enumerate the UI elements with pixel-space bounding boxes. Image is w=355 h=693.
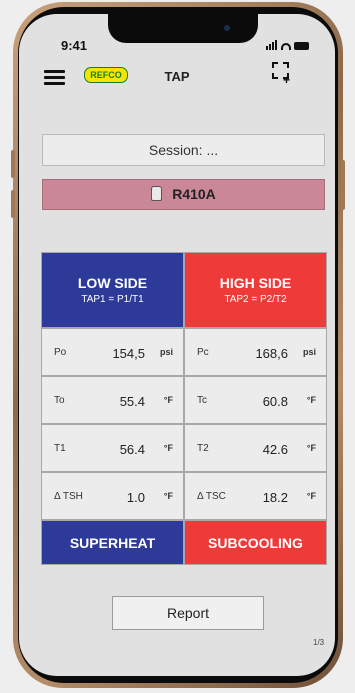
- measurement-unit: °F: [163, 443, 173, 453]
- measurement-cell: T1 56.4 °F: [41, 424, 184, 472]
- measurement-unit: °F: [306, 395, 316, 405]
- measurement-unit: psi: [302, 347, 316, 357]
- measurement-value: 1.0: [126, 490, 145, 505]
- app-screen: 9:41 REFCO TAP + Session: ... R410A LOW …: [19, 14, 335, 676]
- plus-icon: +: [283, 73, 291, 87]
- measurement-cell: Δ TSC 18.2 °F: [184, 472, 327, 520]
- refrigerant-name: R410A: [172, 186, 216, 202]
- battery-icon: [294, 42, 309, 50]
- measurement-unit: °F: [306, 491, 316, 501]
- measurement-value: 154,5: [112, 346, 145, 361]
- low-side-header: LOW SIDE TAP1 = P1/T1: [41, 252, 184, 328]
- report-button[interactable]: Report: [112, 596, 264, 630]
- measurement-value: 55.4: [119, 394, 145, 409]
- status-time: 9:41: [61, 38, 88, 53]
- wifi-icon: [281, 42, 291, 50]
- measurement-cell: Δ TSH 1.0 °F: [41, 472, 184, 520]
- refrigerant-selector[interactable]: R410A: [42, 179, 325, 210]
- measurement-symbol: Δ TSC: [197, 491, 226, 502]
- measurement-value: 18.2: [262, 490, 288, 505]
- volume-button: [11, 190, 15, 218]
- page-indicator: 1/3: [313, 638, 325, 647]
- measurement-symbol: Tc: [197, 395, 207, 406]
- measurement-unit: °F: [306, 443, 316, 453]
- measurement-cell: To 55.4 °F: [41, 376, 184, 424]
- measurement-unit: °F: [163, 491, 173, 501]
- measurement-symbol: Pc: [197, 347, 209, 358]
- measurement-value: 60.8: [262, 394, 288, 409]
- measurement-cell: T2 42.6 °F: [184, 424, 327, 472]
- session-field[interactable]: Session: ...: [42, 134, 325, 166]
- measurement-symbol: T1: [54, 443, 66, 454]
- notch: [108, 14, 258, 43]
- measurement-symbol: Δ TSH: [54, 491, 83, 502]
- low-side-title: LOW SIDE: [77, 275, 148, 291]
- measurement-value: 56.4: [119, 442, 145, 457]
- high-side-header: HIGH SIDE TAP2 = P2/T2: [184, 252, 327, 328]
- camera-icon: [224, 25, 230, 31]
- superheat-button[interactable]: SUPERHEAT: [41, 520, 184, 565]
- cylinder-icon: [151, 186, 163, 201]
- volume-button: [11, 150, 15, 178]
- measurement-unit: °F: [163, 395, 173, 405]
- signal-icon: [266, 37, 278, 55]
- status-icons: [266, 37, 309, 55]
- measurement-cell: Po 154,5 psi: [41, 328, 184, 376]
- measurement-value: 42.6: [262, 442, 288, 457]
- measurement-symbol: T2: [197, 443, 209, 454]
- measurement-cell: Pc 168,6 psi: [184, 328, 327, 376]
- high-side-subtitle: TAP2 = P2/T2: [224, 294, 287, 305]
- power-button: [341, 160, 345, 210]
- measurement-cell: Tc 60.8 °F: [184, 376, 327, 424]
- low-side-subtitle: TAP1 = P1/T1: [81, 294, 144, 305]
- measurement-grid: LOW SIDE TAP1 = P1/T1 HIGH SIDE TAP2 = P…: [41, 252, 327, 565]
- measurement-unit: psi: [159, 347, 173, 357]
- measurement-symbol: To: [54, 395, 65, 406]
- measurement-symbol: Po: [54, 347, 67, 358]
- subcooling-button[interactable]: SUBCOOLING: [184, 520, 327, 565]
- high-side-title: HIGH SIDE: [219, 275, 292, 291]
- measurement-value: 168,6: [255, 346, 288, 361]
